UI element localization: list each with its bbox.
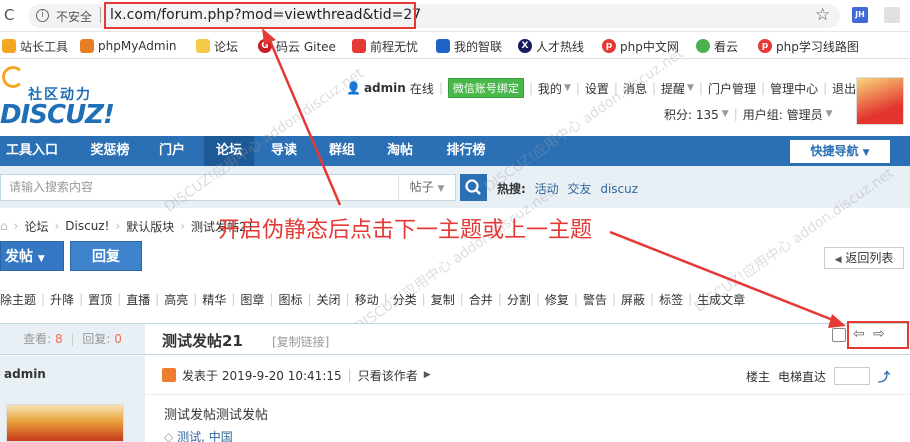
annotation-arrows (262, 28, 846, 328)
arrowhead-right-icon (828, 314, 846, 328)
arrowhead-up-icon (262, 28, 276, 44)
arrow-to-url (266, 35, 342, 206)
arrow-to-nav (609, 230, 839, 324)
